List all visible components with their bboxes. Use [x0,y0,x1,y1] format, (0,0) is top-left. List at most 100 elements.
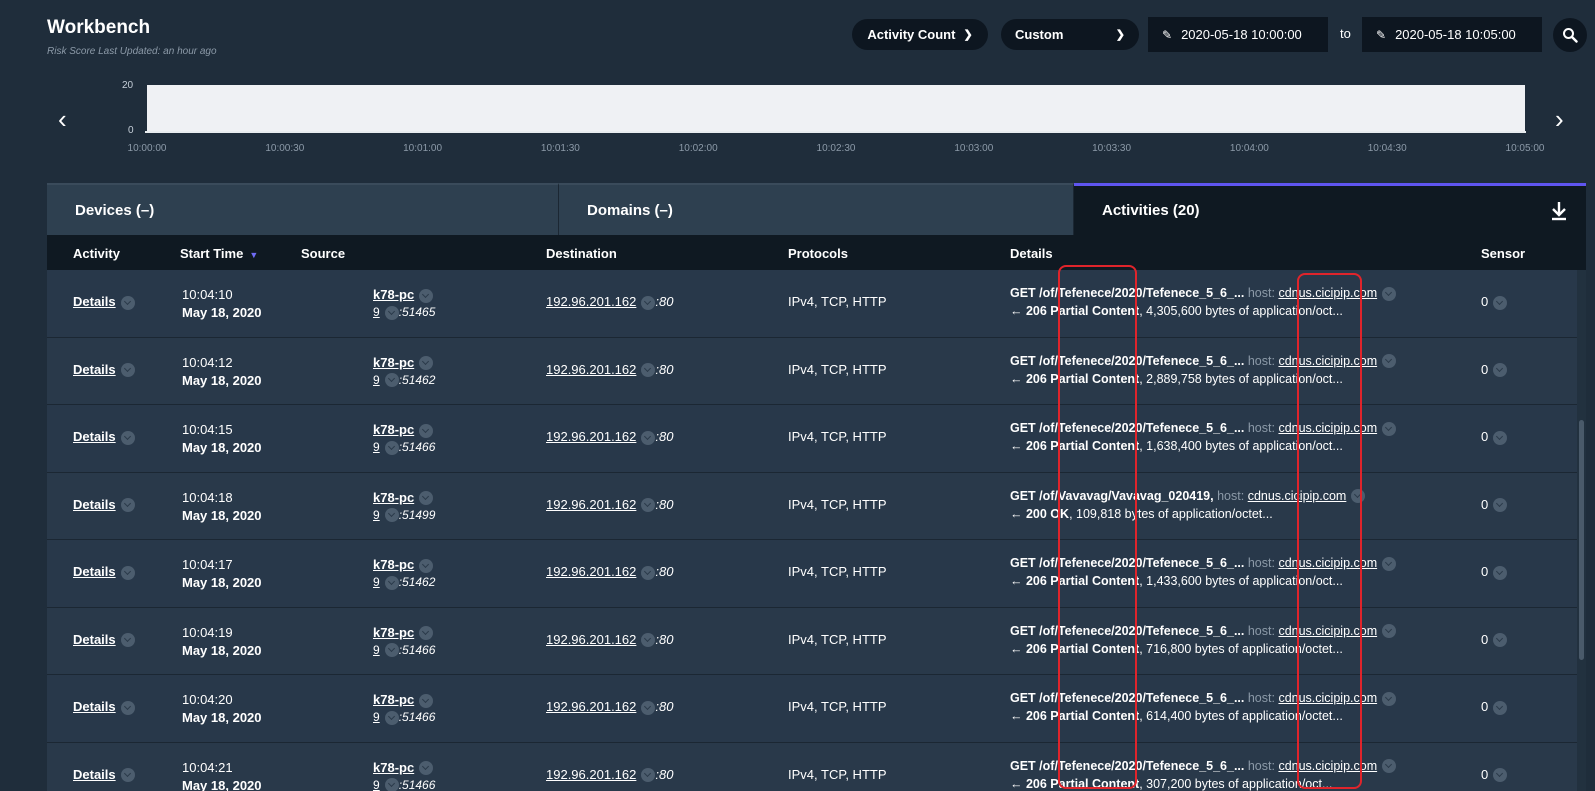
chevron-down-icon[interactable] [419,693,434,708]
details-link[interactable]: Details [73,362,135,378]
chevron-down-icon[interactable] [120,700,135,715]
chevron-down-icon[interactable] [419,558,434,573]
metric-dropdown[interactable]: Activity Count ❯ [852,19,988,50]
host-link[interactable]: cdnus.cicipip.com [1278,421,1377,435]
chevron-down-icon[interactable] [120,363,135,378]
table-row[interactable]: Details 10:04:12 May 18, 2020 k78-pc 9:51462… [47,337,1577,405]
chevron-down-icon[interactable] [120,768,135,783]
details-link[interactable]: Details [73,294,135,310]
chevron-down-icon[interactable] [1382,624,1397,639]
chevron-down-icon[interactable] [1351,489,1366,504]
source-id[interactable]: 9 [373,440,380,454]
column-protocols[interactable]: Protocols [788,246,848,261]
chevron-down-icon[interactable] [1382,421,1397,436]
chevron-down-icon[interactable] [419,491,434,506]
chevron-down-icon[interactable] [384,440,399,455]
details-link[interactable]: Details [73,429,135,445]
chevron-down-icon[interactable] [384,373,399,388]
chevron-down-icon[interactable] [1493,363,1508,378]
chevron-down-icon[interactable] [641,700,656,715]
destination-ip[interactable]: 192.96.201.162 [546,497,636,512]
details-link[interactable]: Details [73,564,135,580]
chevron-down-icon[interactable] [1382,556,1397,571]
chevron-down-icon[interactable] [384,508,399,523]
end-date-field[interactable]: ✎ 2020-05-18 10:05:00 [1362,17,1542,52]
chevron-down-icon[interactable] [1493,700,1508,715]
table-row[interactable]: Details 10:04:20 May 18, 2020 k78-pc 9:51466… [47,675,1577,743]
chevron-down-icon[interactable] [641,363,656,378]
source-host-link[interactable]: k78-pc [373,422,434,438]
table-row[interactable]: Details 10:04:19 May 18, 2020 k78-pc 9:51466… [47,607,1577,675]
table-row[interactable]: Details 10:04:21 May 18, 2020 k78-pc 9:51466… [47,742,1577,791]
chevron-down-icon[interactable] [1493,565,1508,580]
time-range-dropdown[interactable]: Custom ❯ [1001,19,1139,50]
source-id[interactable]: 9 [373,710,380,724]
chevron-down-icon[interactable] [419,626,434,641]
destination-ip[interactable]: 192.96.201.162 [546,429,636,444]
chevron-down-icon[interactable] [419,761,434,776]
chevron-down-icon[interactable] [1382,691,1397,706]
table-row[interactable]: Details 10:04:18 May 18, 2020 k78-pc 9:51499… [47,472,1577,540]
chevron-down-icon[interactable] [1382,286,1397,301]
destination-ip[interactable]: 192.96.201.162 [546,767,636,782]
chevron-down-icon[interactable] [384,778,399,791]
table-scrollbar[interactable] [1577,270,1586,791]
chevron-down-icon[interactable] [1382,354,1397,369]
host-link[interactable]: cdnus.cicipip.com [1278,691,1377,705]
download-icon[interactable] [1550,200,1568,222]
chevron-down-icon[interactable] [641,430,656,445]
destination-ip[interactable]: 192.96.201.162 [546,632,636,647]
host-link[interactable]: cdnus.cicipip.com [1278,286,1377,300]
tab-domains[interactable]: Domains (–) [559,183,1074,235]
source-host-link[interactable]: k78-pc [373,760,434,776]
column-details[interactable]: Details [1010,246,1053,261]
chevron-down-icon[interactable] [641,565,656,580]
table-row[interactable]: Details 10:04:15 May 18, 2020 k78-pc 9:51466… [47,405,1577,473]
table-row[interactable]: Details 10:04:10 May 18, 2020 k78-pc 9:51465… [47,270,1577,338]
chevron-down-icon[interactable] [1493,295,1508,310]
source-id[interactable]: 9 [373,508,380,522]
chevron-down-icon[interactable] [384,643,399,658]
chevron-down-icon[interactable] [419,423,434,438]
tab-activities[interactable]: Activities (20) [1074,183,1586,235]
start-date-field[interactable]: ✎ 2020-05-18 10:00:00 [1148,17,1328,52]
scrollbar-thumb[interactable] [1579,420,1584,660]
chevron-down-icon[interactable] [641,295,656,310]
chevron-down-icon[interactable] [1382,759,1397,774]
search-button[interactable] [1553,18,1587,52]
host-link[interactable]: cdnus.cicipip.com [1248,489,1347,503]
chevron-down-icon[interactable] [120,498,135,513]
timeline-chart[interactable] [147,85,1525,131]
source-id[interactable]: 9 [373,778,380,791]
source-host-link[interactable]: k78-pc [373,490,434,506]
destination-ip[interactable]: 192.96.201.162 [546,294,636,309]
chevron-down-icon[interactable] [120,565,135,580]
source-host-link[interactable]: k78-pc [373,557,434,573]
chevron-down-icon[interactable] [120,295,135,310]
chevron-down-icon[interactable] [384,305,399,320]
table-row[interactable]: Details 10:04:17 May 18, 2020 k78-pc 9:51462… [47,540,1577,608]
details-link[interactable]: Details [73,699,135,715]
destination-ip[interactable]: 192.96.201.162 [546,699,636,714]
source-id[interactable]: 9 [373,643,380,657]
source-id[interactable]: 9 [373,305,380,319]
host-link[interactable]: cdnus.cicipip.com [1278,354,1377,368]
timeline-prev-button[interactable]: ‹ [58,104,67,135]
source-host-link[interactable]: k78-pc [373,625,434,641]
column-start-time[interactable]: Start Time ▼ [180,246,258,261]
chevron-down-icon[interactable] [419,288,434,303]
chevron-down-icon[interactable] [384,710,399,725]
column-destination[interactable]: Destination [546,246,617,261]
chevron-down-icon[interactable] [419,356,434,371]
chevron-down-icon[interactable] [641,633,656,648]
host-link[interactable]: cdnus.cicipip.com [1278,556,1377,570]
details-link[interactable]: Details [73,632,135,648]
host-link[interactable]: cdnus.cicipip.com [1278,759,1377,773]
source-id[interactable]: 9 [373,575,380,589]
chevron-down-icon[interactable] [1493,633,1508,648]
chevron-down-icon[interactable] [641,498,656,513]
column-source[interactable]: Source [301,246,345,261]
chevron-down-icon[interactable] [1493,498,1508,513]
details-link[interactable]: Details [73,497,135,513]
chevron-down-icon[interactable] [120,633,135,648]
